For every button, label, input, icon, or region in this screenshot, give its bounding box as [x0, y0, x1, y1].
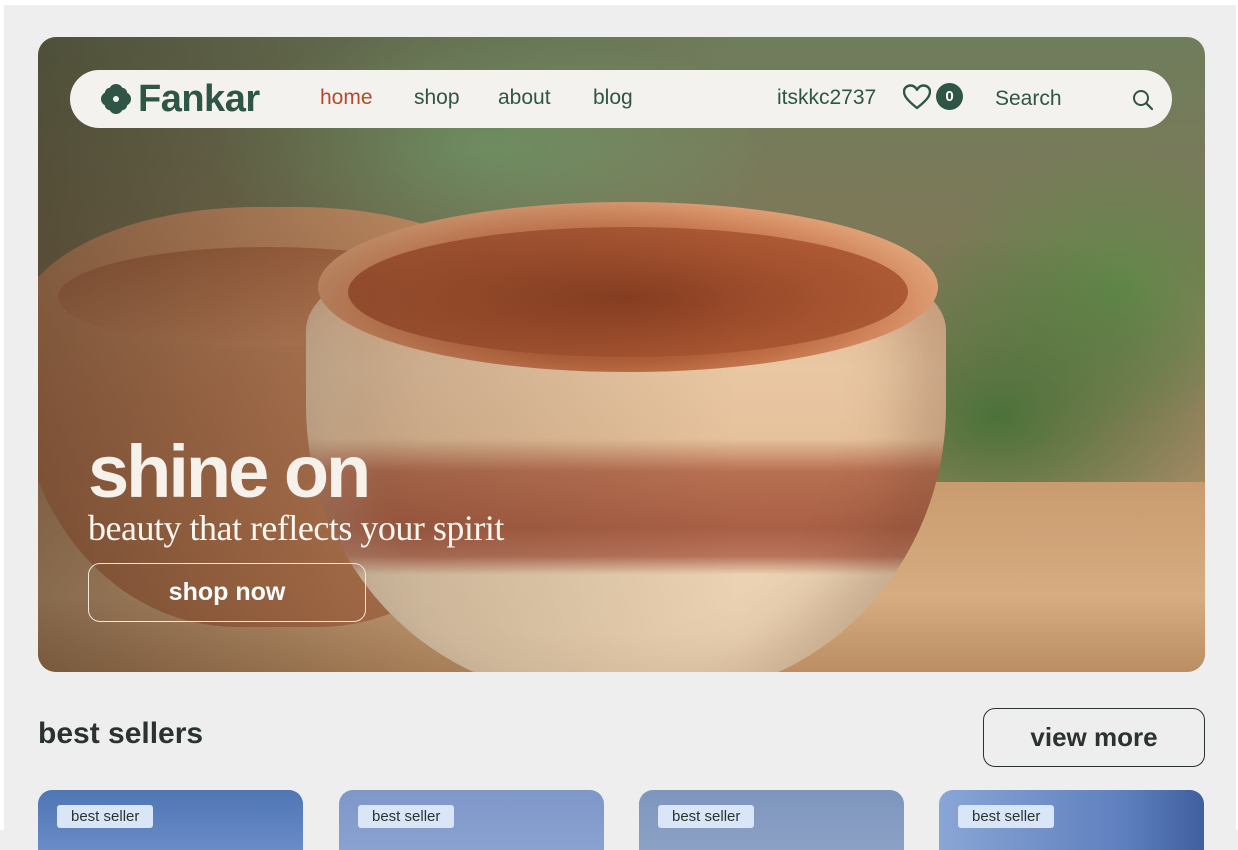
shop-now-button[interactable]: shop now [88, 563, 366, 622]
view-more-button[interactable]: view more [983, 708, 1205, 767]
top-navbar: Fankar home shop about blog itskkc2737 0 [70, 70, 1172, 128]
best-sellers-heading: best sellers [38, 717, 204, 750]
nav-link-home[interactable]: home [320, 86, 373, 110]
user-account-link[interactable]: itskkc2737 [777, 86, 876, 110]
nav-link-about[interactable]: about [498, 86, 551, 110]
best-seller-badge: best seller [358, 805, 455, 828]
search-input[interactable] [995, 83, 1125, 115]
brand-name: Fankar [138, 77, 260, 120]
hero-subtitle: beauty that reflects your spirit [88, 508, 504, 548]
product-card[interactable]: best seller [939, 790, 1204, 850]
best-seller-badge: best seller [958, 805, 1055, 828]
window-left-edge [0, 0, 4, 830]
brand-logo[interactable]: Fankar [100, 78, 260, 120]
nav-link-shop[interactable]: shop [414, 86, 460, 110]
nav-link-blog[interactable]: blog [593, 86, 633, 110]
heart-icon[interactable] [903, 84, 931, 110]
best-seller-badge: best seller [658, 805, 755, 828]
best-seller-badge: best seller [57, 805, 154, 828]
flower-logo-icon [101, 84, 131, 114]
hero-banner: Fankar home shop about blog itskkc2737 0… [38, 37, 1205, 672]
product-card[interactable]: best seller [639, 790, 904, 850]
product-card[interactable]: best seller [339, 790, 604, 850]
product-card[interactable]: best seller [38, 790, 303, 850]
search-icon[interactable] [1132, 89, 1154, 111]
window-top-edge [0, 0, 1238, 5]
wishlist-count-badge: 0 [936, 83, 963, 110]
hero-title: shine on [88, 430, 371, 513]
